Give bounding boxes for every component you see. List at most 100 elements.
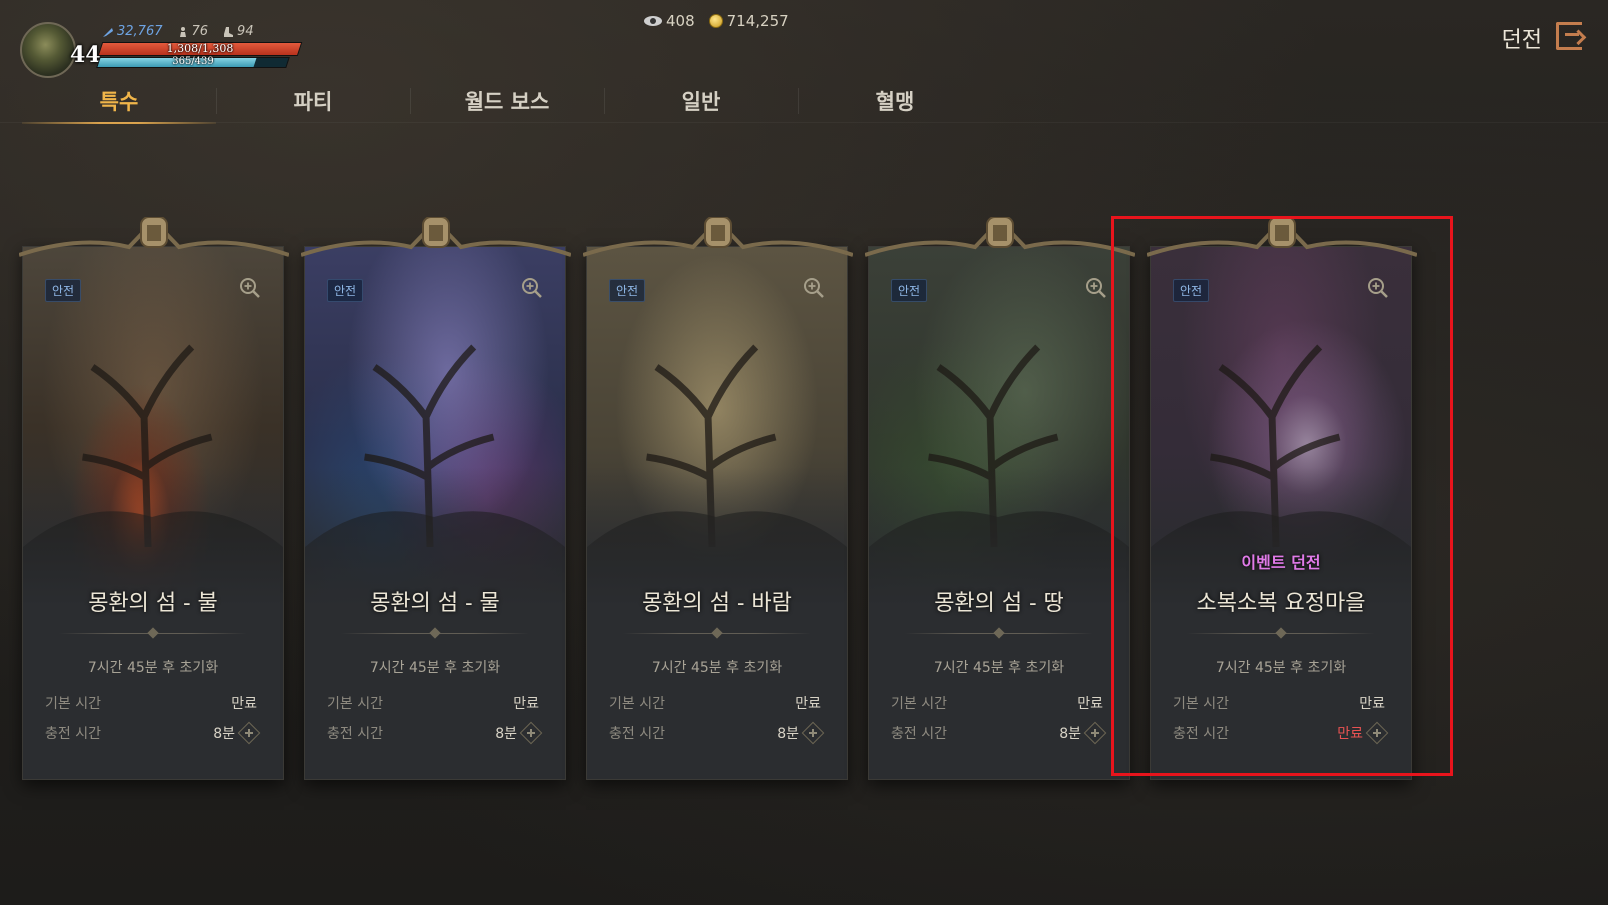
tab-clan[interactable]: 혈맹 xyxy=(798,78,992,124)
base-time-value: 만료 xyxy=(1359,696,1385,712)
figure-icon xyxy=(179,26,186,37)
base-time-value: 만료 xyxy=(795,696,821,712)
dungeon-card[interactable]: 안전 몽환의 섬 - 땅 7시간 45분 후 초기화 기본 시간 만료 충전 시… xyxy=(865,217,1135,780)
dungeon-card[interactable]: 안전 몽환의 섬 - 물 7시간 45분 후 초기화 기본 시간 만료 충전 시… xyxy=(301,217,571,780)
base-time-row: 기본 시간 만료 xyxy=(1173,693,1385,713)
player-stats-row: 32,767 76 94 xyxy=(102,24,254,39)
tab-divider xyxy=(0,122,1608,123)
player-level: 44 xyxy=(70,42,101,68)
divider-diamond-icon xyxy=(993,627,1005,639)
base-time-row: 기본 시간 만료 xyxy=(609,693,821,713)
charge-time-label: 충전 시간 xyxy=(891,726,947,742)
charge-time-row: 충전 시간 8분 xyxy=(327,721,543,745)
charge-time-value: 8분 xyxy=(1059,726,1081,742)
reset-timer: 7시간 45분 후 초기화 xyxy=(1215,660,1347,676)
exit-icon[interactable] xyxy=(1556,22,1582,50)
base-time-label: 기본 시간 xyxy=(327,696,383,712)
base-time-row: 기본 시간 만료 xyxy=(327,693,539,713)
base-time-label: 기본 시간 xyxy=(609,696,665,712)
dungeon-title: 몽환의 섬 - 땅 xyxy=(934,591,1064,616)
add-charge-time-icon[interactable] xyxy=(1083,721,1107,745)
hp-text: 1,308/1,308 xyxy=(166,42,234,55)
charge-time-label: 충전 시간 xyxy=(1173,726,1229,742)
category-tabs: 특수 파티 월드 보스 일반 혈맹 xyxy=(22,78,992,124)
gem-amount: 408 xyxy=(666,12,695,30)
zoom-in-icon[interactable] xyxy=(1367,277,1389,299)
dungeon-card[interactable]: 안전 몽환의 섬 - 바람 7시간 45분 후 초기화 기본 시간 만료 충전 … xyxy=(583,217,853,780)
dungeon-card[interactable]: 안전 이벤트 던전 소복소복 요정마을 7시간 45분 후 초기화 기본 시간 … xyxy=(1147,217,1417,780)
charge-time-value: 만료 xyxy=(1337,726,1363,742)
dungeon-title: 소복소복 요정마을 xyxy=(1196,591,1366,616)
card-crest-ornament xyxy=(301,217,571,257)
base-time-row: 기본 시간 만료 xyxy=(891,693,1103,713)
add-charge-time-icon[interactable] xyxy=(801,721,825,745)
add-charge-time-icon[interactable] xyxy=(1365,721,1389,745)
safe-zone-badge: 안전 xyxy=(891,279,928,302)
charge-time-value-wrap: 8분 xyxy=(1059,721,1107,745)
gem-icon xyxy=(644,16,662,26)
base-time-value: 만료 xyxy=(1077,696,1103,712)
gem-currency[interactable]: 408 xyxy=(644,12,695,30)
charge-time-label: 충전 시간 xyxy=(327,726,383,742)
zoom-in-icon[interactable] xyxy=(803,277,825,299)
page-title: 던전 xyxy=(1501,28,1542,53)
divider-diamond-icon xyxy=(1275,627,1287,639)
charge-time-row: 충전 시간 8분 xyxy=(891,721,1107,745)
charge-time-value: 8분 xyxy=(495,726,517,742)
reset-timer: 7시간 45분 후 초기화 xyxy=(651,660,783,676)
combat-power-stat: 32,767 xyxy=(102,24,163,39)
safe-zone-badge: 안전 xyxy=(45,279,82,302)
divider-diamond-icon xyxy=(429,627,441,639)
stat-2-value: 76 xyxy=(191,24,209,39)
divider-diamond-icon xyxy=(147,627,159,639)
zoom-in-icon[interactable] xyxy=(1085,277,1107,299)
base-time-label: 기본 시간 xyxy=(891,696,947,712)
player-avatar[interactable] xyxy=(20,22,76,78)
add-charge-time-icon[interactable] xyxy=(237,721,261,745)
base-time-value: 만료 xyxy=(231,696,257,712)
dungeon-title: 몽환의 섬 - 불 xyxy=(88,591,218,616)
tab-party[interactable]: 파티 xyxy=(216,78,410,124)
dungeon-title: 몽환의 섬 - 물 xyxy=(370,591,500,616)
feather-icon xyxy=(103,27,113,37)
divider-diamond-icon xyxy=(711,627,723,639)
zoom-in-icon[interactable] xyxy=(239,277,261,299)
zoom-in-icon[interactable] xyxy=(521,277,543,299)
base-time-value: 만료 xyxy=(513,696,539,712)
card-crest-ornament xyxy=(865,217,1135,257)
card-crest-ornament xyxy=(1147,217,1417,257)
charge-time-value-wrap: 8분 xyxy=(213,721,261,745)
charge-time-row: 충전 시간 만료 xyxy=(1173,721,1389,745)
charge-time-value-wrap: 8분 xyxy=(495,721,543,745)
card-crest-ornament xyxy=(583,217,853,257)
tab-normal[interactable]: 일반 xyxy=(604,78,798,124)
combat-power-value: 32,767 xyxy=(117,24,163,39)
gold-coin-icon xyxy=(708,14,723,28)
stat-3-value: 94 xyxy=(237,24,254,39)
charge-time-value-wrap: 8분 xyxy=(777,721,825,745)
stat-2: 76 xyxy=(177,24,209,39)
reset-timer: 7시간 45분 후 초기화 xyxy=(87,660,219,676)
currency-bar: 408 714,257 xyxy=(644,12,789,30)
dungeon-card[interactable]: 안전 몽환의 섬 - 불 7시간 45분 후 초기화 기본 시간 만료 충전 시… xyxy=(19,217,289,780)
charge-time-row: 충전 시간 8분 xyxy=(609,721,825,745)
mp-text: 365/439 xyxy=(172,56,214,67)
safe-zone-badge: 안전 xyxy=(327,279,364,302)
charge-time-label: 충전 시간 xyxy=(45,726,101,742)
gold-currency[interactable]: 714,257 xyxy=(708,12,789,30)
charge-time-value-wrap: 만료 xyxy=(1337,721,1389,745)
base-time-label: 기본 시간 xyxy=(1173,696,1229,712)
player-status-panel: 44 32,767 76 94 1,308/1,308 365/439 xyxy=(18,20,308,82)
gold-amount: 714,257 xyxy=(726,12,789,30)
stat-3: 94 xyxy=(222,24,254,39)
tab-world-boss[interactable]: 월드 보스 xyxy=(410,78,604,124)
boot-icon xyxy=(224,26,234,37)
base-time-label: 기본 시간 xyxy=(45,696,101,712)
dungeon-title: 몽환의 섬 - 바람 xyxy=(642,591,792,616)
safe-zone-badge: 안전 xyxy=(1173,279,1210,302)
base-time-row: 기본 시간 만료 xyxy=(45,693,257,713)
event-dungeon-label: 이벤트 던전 xyxy=(1241,553,1321,572)
tab-special[interactable]: 특수 xyxy=(22,78,216,124)
charge-time-value: 8분 xyxy=(777,726,799,742)
add-charge-time-icon[interactable] xyxy=(519,721,543,745)
